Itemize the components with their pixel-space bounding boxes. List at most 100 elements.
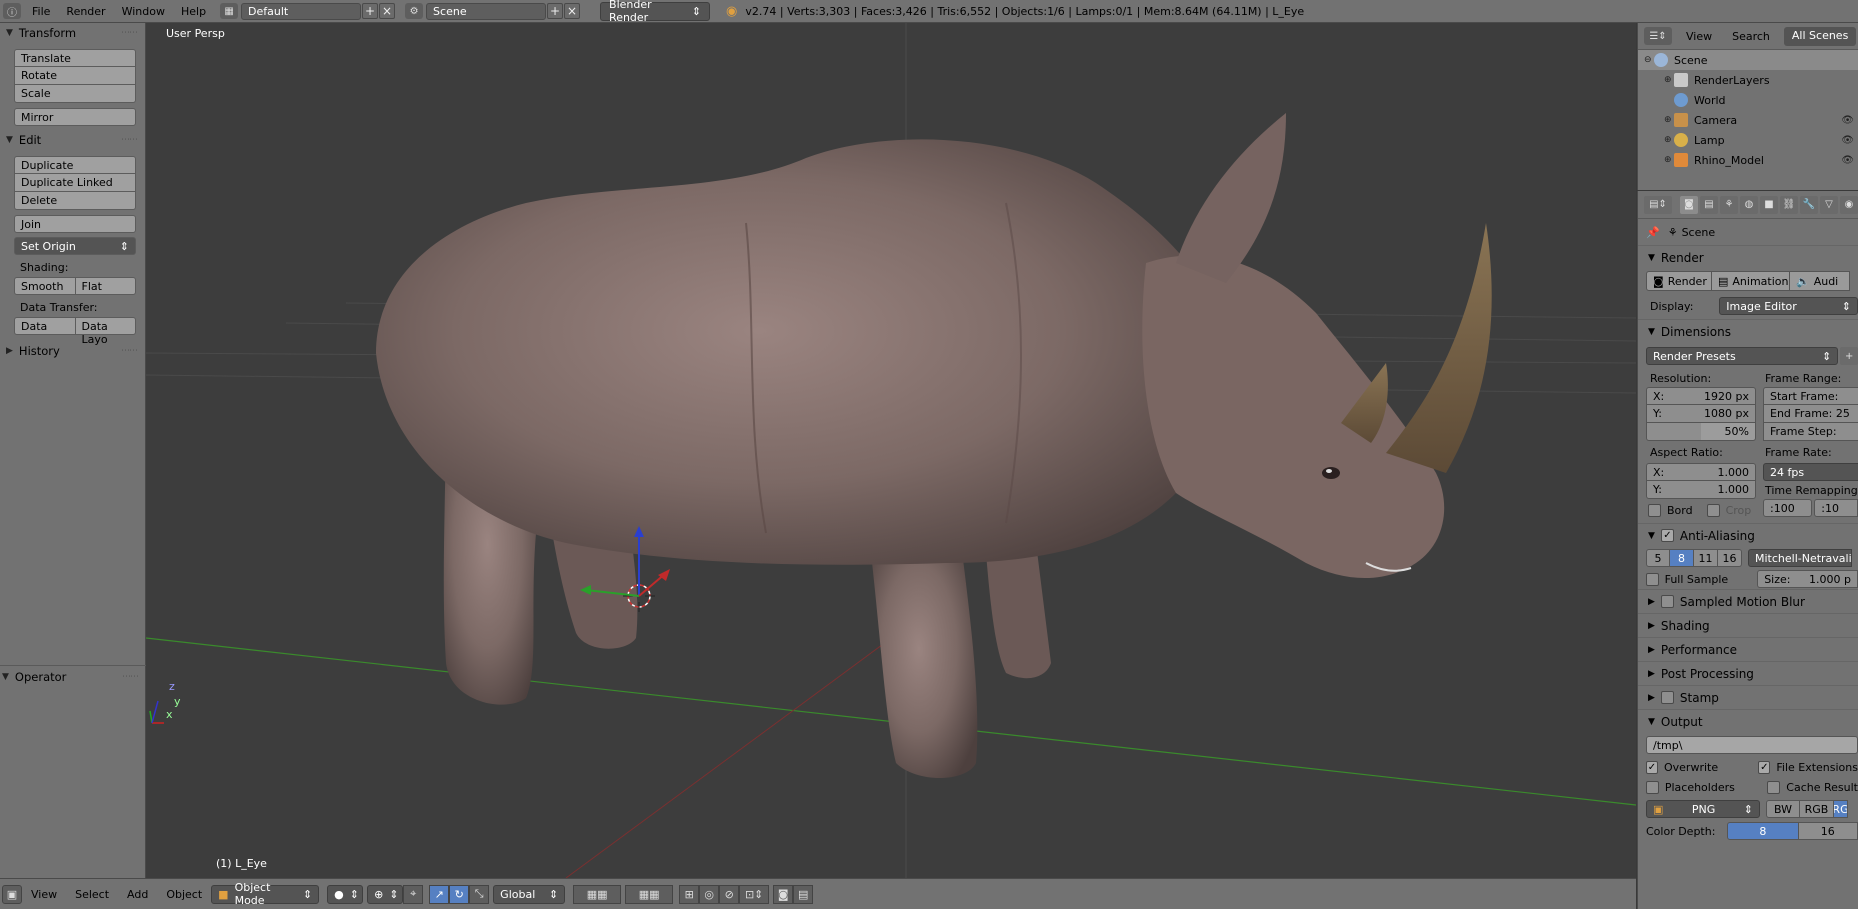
aspect-x-field[interactable]: X: 1.000 xyxy=(1646,463,1756,481)
flat-button[interactable]: Flat xyxy=(75,277,136,295)
antialiasing-checkbox[interactable]: ✓ xyxy=(1660,529,1674,542)
section-performance-header[interactable]: ▶ Performance xyxy=(1638,637,1858,661)
visibility-eye-icon[interactable]: 👁 xyxy=(1841,115,1854,126)
menu-select[interactable]: Select xyxy=(66,888,118,901)
file-format-dropdown[interactable]: ▣ PNG ⇕ xyxy=(1646,800,1760,818)
render-engine-dropdown[interactable]: Blender Render ⇕ xyxy=(600,0,711,24)
color-depth-16[interactable]: 16 xyxy=(1798,822,1858,840)
editor-type-icon[interactable]: ☰⇕ xyxy=(1644,27,1672,45)
remove-layout-icon[interactable]: × xyxy=(379,3,396,19)
section-dimensions-header[interactable]: ▼ Dimensions xyxy=(1638,319,1858,343)
frame-rate-dropdown[interactable]: 24 fps xyxy=(1763,463,1858,481)
remove-scene-icon[interactable]: × xyxy=(564,3,581,19)
scale-button[interactable]: Scale xyxy=(14,85,136,103)
outliner-item-camera[interactable]: ⊕ Camera 👁 xyxy=(1638,110,1858,130)
menu-window[interactable]: Window xyxy=(114,5,173,18)
outliner-item-world[interactable]: World xyxy=(1638,90,1858,110)
end-frame-field[interactable]: End Frame: 25 xyxy=(1763,405,1858,423)
material-tab-icon[interactable]: ◉ xyxy=(1840,195,1858,214)
motion-blur-checkbox[interactable] xyxy=(1660,595,1674,608)
expand-icon[interactable]: ⊕ xyxy=(1664,135,1674,145)
placeholders-checkbox[interactable] xyxy=(1646,780,1659,794)
outliner-item-lamp[interactable]: ⊕ Lamp 👁 xyxy=(1638,130,1858,150)
join-button[interactable]: Join xyxy=(14,215,136,233)
panel-edit-header[interactable]: ▼ Edit ⋯⋯ xyxy=(0,130,145,150)
layer-grid-icon[interactable]: ▦▦ xyxy=(625,884,674,904)
render-presets-dropdown[interactable]: Render Presets ⇕ xyxy=(1646,347,1839,365)
outliner-item-rhino-model[interactable]: ⊕ Rhino_Model 👁 xyxy=(1638,150,1858,170)
menu-render[interactable]: Render xyxy=(58,5,113,18)
editor-type-icon[interactable]: ▣ xyxy=(2,884,22,904)
frame-step-field[interactable]: Frame Step: xyxy=(1763,423,1858,441)
world-tab-icon[interactable]: ◍ xyxy=(1740,195,1758,214)
aa-sample-8[interactable]: 8 xyxy=(1670,549,1694,567)
remap-new-field[interactable]: :10 xyxy=(1814,499,1858,517)
translate-manipulator-icon[interactable]: ↗ xyxy=(429,884,450,904)
visibility-eye-icon[interactable]: 👁 xyxy=(1841,135,1854,146)
expand-icon[interactable]: ⊕ xyxy=(1664,115,1674,125)
layout-icon[interactable]: ▦ xyxy=(220,3,239,19)
pivot-dropdown[interactable]: ⊕ ⇕ xyxy=(367,884,404,904)
section-antialiasing-header[interactable]: ▼ ✓ Anti-Aliasing xyxy=(1638,523,1858,547)
file-extensions-checkbox[interactable]: ✓ xyxy=(1758,760,1771,774)
orientation-dropdown[interactable]: Global ⇕ xyxy=(493,884,566,904)
aa-sample-11[interactable]: 11 xyxy=(1694,549,1718,567)
output-path-field[interactable]: /tmp\ xyxy=(1646,736,1858,754)
menu-view[interactable]: View xyxy=(22,888,66,901)
section-shading-header[interactable]: ▶ Shading xyxy=(1638,613,1858,637)
panel-grip-icon[interactable]: ⋯⋯ xyxy=(122,672,139,682)
display-mode-dropdown[interactable]: All Scenes xyxy=(1783,26,1857,46)
section-post-processing-header[interactable]: ▶ Post Processing xyxy=(1638,661,1858,685)
pin-icon[interactable]: 📌 xyxy=(1646,226,1660,239)
rotate-button[interactable]: Rotate xyxy=(14,67,136,85)
panel-grip-icon[interactable]: ⋯⋯ xyxy=(121,135,138,145)
add-preset-icon[interactable]: + xyxy=(1840,347,1858,365)
duplicate-linked-button[interactable]: Duplicate Linked xyxy=(14,174,136,192)
layer-grid-icon[interactable]: ▦▦ xyxy=(573,884,622,904)
resolution-x-field[interactable]: X: 1920 px xyxy=(1646,387,1756,405)
display-dropdown[interactable]: Image Editor ⇕ xyxy=(1719,297,1858,315)
menu-object[interactable]: Object xyxy=(157,888,211,901)
color-mode-bw[interactable]: BW xyxy=(1766,800,1800,818)
editor-type-icon[interactable]: ▤⇕ xyxy=(1644,195,1672,214)
aa-filter-dropdown[interactable]: Mitchell-Netravali xyxy=(1748,549,1852,567)
section-motion-blur-header[interactable]: ▶ Sampled Motion Blur xyxy=(1638,589,1858,613)
panel-operator-header[interactable]: ▼ Operator ⋯⋯ xyxy=(0,667,146,687)
resolution-percentage-slider[interactable]: 50% xyxy=(1646,423,1756,441)
menu-add[interactable]: Add xyxy=(118,888,157,901)
outliner-menu-view[interactable]: View xyxy=(1680,30,1718,43)
stamp-checkbox[interactable] xyxy=(1660,691,1674,704)
data-button[interactable]: Data xyxy=(14,317,76,335)
render-layers-tab-icon[interactable]: ▤ xyxy=(1700,195,1718,214)
full-sample-checkbox[interactable] xyxy=(1646,572,1659,586)
menu-help[interactable]: Help xyxy=(173,5,214,18)
menu-file[interactable]: File xyxy=(24,5,58,18)
render-camera-icon[interactable]: ◙ xyxy=(773,884,794,904)
editor-type-icon[interactable]: ⓘ xyxy=(3,3,21,19)
render-animation-icon[interactable]: ▤ xyxy=(793,884,814,904)
layout-field[interactable]: Default xyxy=(241,2,362,20)
3d-viewport[interactable]: User Persp x y z (1) L_Eye xyxy=(146,23,1636,878)
scene-tab-icon[interactable]: ⚘ xyxy=(1720,195,1738,214)
section-render-header[interactable]: ▼ Render xyxy=(1638,245,1858,269)
audio-button[interactable]: 🔈 Audi xyxy=(1790,271,1850,291)
snap-icon[interactable]: ⊘ xyxy=(719,884,740,904)
remap-old-field[interactable]: :100 xyxy=(1763,499,1813,517)
expand-icon[interactable]: ⊖ xyxy=(1644,55,1654,65)
outliner-menu-search[interactable]: Search xyxy=(1726,30,1776,43)
viewport-shading-dropdown[interactable]: ● ⇕ xyxy=(327,884,364,904)
animation-button[interactable]: ▤ Animation xyxy=(1712,271,1790,291)
panel-history-header[interactable]: ▶ History ⋯⋯ xyxy=(0,341,145,361)
constraints-tab-icon[interactable]: ⛓ xyxy=(1780,195,1798,214)
expand-icon[interactable]: ⊕ xyxy=(1664,75,1674,85)
translate-button[interactable]: Translate xyxy=(14,49,136,67)
scene-icon[interactable]: ⚙ xyxy=(405,3,424,19)
filter-size-field[interactable]: Size: 1.000 p xyxy=(1757,570,1858,588)
duplicate-button[interactable]: Duplicate xyxy=(14,156,136,174)
expand-icon[interactable]: ⊕ xyxy=(1664,155,1674,165)
outliner-item-scene[interactable]: ⊖ Scene xyxy=(1638,50,1858,70)
visibility-eye-icon[interactable]: 👁 xyxy=(1841,155,1854,166)
section-output-header[interactable]: ▼ Output xyxy=(1638,709,1858,733)
start-frame-field[interactable]: Start Frame: xyxy=(1763,387,1858,405)
manipulator-toggle-icon[interactable]: ⌖ xyxy=(403,884,424,904)
